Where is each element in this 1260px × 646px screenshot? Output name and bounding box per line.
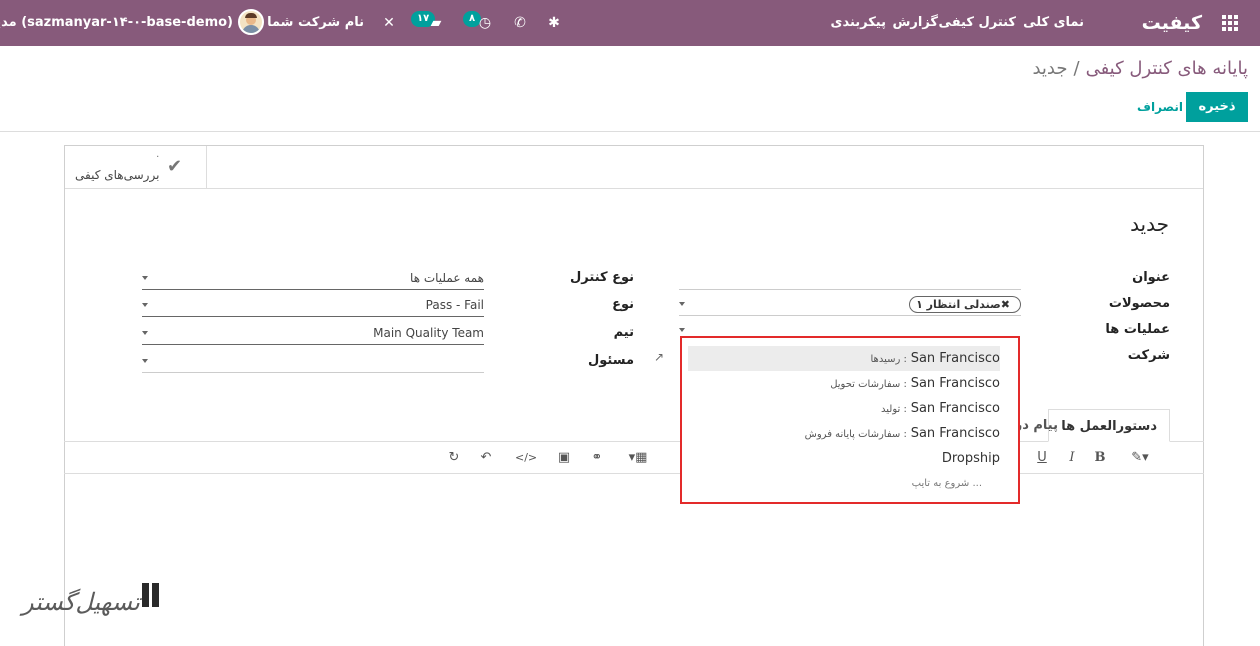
user-menu[interactable]: مدیر سیستم (sazmanyar-۱۴-۰-base-demo) bbox=[0, 0, 233, 46]
save-button[interactable]: ذخیره bbox=[1186, 92, 1248, 122]
product-tag-label: صندلی انتظار ۱ bbox=[916, 298, 1001, 311]
responsible-label: مسئول bbox=[587, 353, 634, 368]
dropdown-item[interactable]: سفارشات پایانه فروش : San Francisco bbox=[688, 421, 1000, 446]
menu-overview[interactable]: نمای کلی bbox=[1023, 0, 1084, 46]
bold-button[interactable]: B bbox=[1090, 448, 1110, 468]
italic-button[interactable]: I bbox=[1062, 448, 1082, 468]
code-icon[interactable]: </> bbox=[515, 448, 537, 468]
control-type-label: نوع کنترل bbox=[570, 270, 634, 285]
control-type-select[interactable]: همه عملیات ها bbox=[142, 268, 484, 290]
database-name: (sazmanyar-۱۴-۰-base-demo) bbox=[21, 15, 233, 30]
avatar[interactable] bbox=[238, 9, 264, 35]
control-panel-divider bbox=[0, 131, 1260, 132]
record-title: جدید bbox=[1130, 212, 1169, 236]
chevron-down-icon[interactable] bbox=[679, 328, 685, 332]
watermark-text: تسهیل‌گستر bbox=[22, 588, 140, 616]
team-select[interactable]: Main Quality Team bbox=[142, 323, 484, 345]
discard-button[interactable]: انصراف bbox=[1134, 92, 1186, 122]
company-switcher[interactable]: نام شرکت شما bbox=[267, 0, 364, 46]
chevron-down-icon[interactable] bbox=[142, 276, 148, 280]
editor-toolbar: ✎▾ B I U ▾▦ ⚭ ▣ </> ↶ ↻ bbox=[64, 442, 1204, 474]
operations-autocomplete-dropdown: رسیدها : San Francisco سفارشات تحویل : S… bbox=[680, 336, 1020, 504]
apps-icon[interactable] bbox=[1222, 15, 1238, 31]
title-label: عنوان bbox=[1132, 270, 1170, 285]
menu-configuration[interactable]: پیکربندی bbox=[831, 0, 886, 46]
quality-checks-count: ۰ bbox=[155, 151, 161, 162]
link-icon[interactable]: ⚭ bbox=[587, 448, 607, 468]
products-field[interactable]: صندلی انتظار ۱✖ bbox=[679, 294, 1021, 316]
button-box-divider bbox=[207, 188, 1203, 189]
clock-icon[interactable]: ◷ bbox=[475, 13, 495, 33]
company-label: شرکت bbox=[1127, 348, 1170, 363]
redo-icon[interactable]: ↻ bbox=[444, 448, 464, 468]
chevron-down-icon[interactable] bbox=[142, 303, 148, 307]
chevron-down-icon[interactable] bbox=[142, 331, 148, 335]
check-icon: ✔ bbox=[167, 156, 183, 177]
dropdown-item[interactable]: رسیدها : San Francisco bbox=[688, 346, 1000, 371]
top-navbar: کیفیت نمای کلی کنترل کیفی گزارش پیکربندی… bbox=[0, 0, 1260, 46]
table-icon[interactable]: ▾▦ bbox=[628, 448, 648, 468]
external-link-icon[interactable]: ↗ bbox=[654, 350, 664, 364]
remove-tag-icon[interactable]: ✖ bbox=[1001, 298, 1010, 311]
menu-reporting[interactable]: گزارش bbox=[892, 0, 938, 46]
title-field[interactable] bbox=[679, 268, 1021, 290]
watermark: تسهیل‌گستر bbox=[20, 578, 170, 624]
type-label: نوع bbox=[612, 297, 634, 312]
dropdown-hint: شروع به تایپ ... bbox=[911, 478, 982, 489]
responsible-select[interactable] bbox=[142, 351, 484, 373]
type-select[interactable]: Pass - Fail bbox=[142, 295, 484, 317]
app-brand[interactable]: کیفیت bbox=[1142, 0, 1202, 46]
team-label: تیم bbox=[613, 325, 634, 340]
user-name: مدیر سیستم bbox=[0, 15, 17, 30]
bug-icon[interactable]: ✱ bbox=[544, 13, 564, 33]
breadcrumb-current: جدید bbox=[1032, 58, 1068, 79]
breadcrumb-separator: / bbox=[1073, 58, 1080, 79]
undo-icon[interactable]: ↶ bbox=[476, 448, 496, 468]
chevron-down-icon[interactable] bbox=[142, 359, 148, 363]
product-tag: صندلی انتظار ۱✖ bbox=[909, 296, 1021, 313]
dropdown-item[interactable]: سفارشات تحویل : San Francisco bbox=[688, 371, 1000, 396]
quality-checks-smart-button[interactable]: ✔ ۰ بررسی‌های کیفی bbox=[65, 146, 207, 189]
chevron-down-icon[interactable] bbox=[679, 302, 685, 306]
underline-button[interactable]: U bbox=[1032, 448, 1052, 468]
breadcrumb-parent[interactable]: پایانه های کنترل کیفی bbox=[1086, 58, 1248, 79]
dropdown-item[interactable]: تولید : San Francisco bbox=[688, 396, 1000, 421]
magic-icon[interactable]: ✎▾ bbox=[1130, 448, 1150, 468]
quality-checks-label: بررسی‌های کیفی bbox=[75, 168, 160, 182]
image-icon[interactable]: ▣ bbox=[554, 448, 574, 468]
phone-icon[interactable]: ✆ bbox=[510, 13, 530, 33]
dropdown-item[interactable]: Dropship bbox=[688, 446, 1000, 471]
menu-quality-control[interactable]: کنترل کیفی bbox=[939, 0, 1016, 46]
tools-icon[interactable]: ✕ bbox=[379, 13, 399, 33]
instructions-editor[interactable] bbox=[64, 475, 1204, 646]
breadcrumb: پایانه های کنترل کیفی /جدید bbox=[1032, 58, 1248, 79]
watermark-logo bbox=[138, 578, 166, 618]
chat-icon[interactable]: ▰ bbox=[426, 13, 446, 33]
products-label: محصولات bbox=[1108, 296, 1170, 311]
operations-label: عملیات ها bbox=[1105, 322, 1170, 337]
